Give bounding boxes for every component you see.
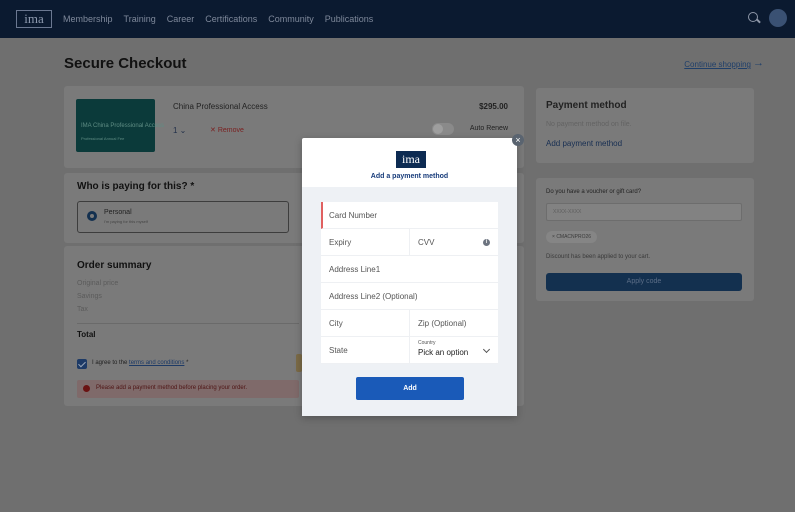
state-country-row: State Country Pick an option	[321, 337, 498, 364]
country-value: Pick an option	[418, 348, 469, 357]
address2-row: Address Line2 (Optional)	[321, 283, 498, 310]
summary-total-label: Total	[77, 330, 96, 339]
voucher-chip-code: CMACNPRO26	[556, 234, 592, 240]
product-name: China Professional Access	[173, 102, 268, 111]
close-icon[interactable]: ×	[512, 134, 524, 146]
product-image-caption: IMA China Professional Access	[81, 123, 165, 129]
ima-logo[interactable]: ima	[16, 10, 52, 28]
modal-title: Add a payment method	[370, 173, 449, 180]
divider	[77, 323, 299, 324]
cvv-field[interactable]: CVV i	[409, 229, 498, 255]
remove-button[interactable]: ✕ Remove	[210, 126, 244, 134]
error-message: Please add a payment method before placi…	[77, 380, 299, 398]
radio-selected-icon[interactable]	[87, 211, 97, 221]
nav-link-community[interactable]: Community	[268, 14, 314, 24]
voucher-applied-text: Discount has been applied to your cart.	[546, 254, 651, 260]
terms-agree-text: I agree to the terms and conditions *	[92, 360, 188, 366]
summary-row-tax: Tax	[77, 306, 88, 313]
ima-logo: ima	[396, 151, 426, 168]
no-payment-text: No payment method on file.	[546, 121, 632, 128]
nav-links: Membership Training Career Certification…	[63, 14, 373, 24]
error-icon	[83, 385, 90, 392]
expiry-cvv-row: Expiry CVV i	[321, 229, 498, 256]
summary-row-original-price: Original price	[77, 280, 119, 287]
payer-title: Who is paying for this? *	[77, 181, 195, 192]
cvv-label: CVV	[418, 238, 435, 247]
modal-body: Card Number Expiry CVV i Address Line1 A…	[302, 187, 517, 416]
product-image: IMA China Professional Access Profession…	[76, 99, 164, 152]
nav-link-career[interactable]: Career	[167, 14, 195, 24]
address-line1-field[interactable]: Address Line1	[321, 256, 498, 282]
payment-form: Card Number Expiry CVV i Address Line1 A…	[321, 202, 498, 364]
add-payment-modal: ima Add a payment method Card Number Exp…	[302, 138, 517, 416]
page-title: Secure Checkout	[64, 55, 187, 72]
voucher-placeholder: XXXX-XXXX	[553, 209, 582, 215]
error-text: Please add a payment method before placi…	[96, 385, 248, 391]
address1-row: Address Line1	[321, 256, 498, 283]
terms-link[interactable]: terms and conditions	[129, 360, 184, 366]
country-label: Country	[418, 340, 436, 346]
add-payment-method-link[interactable]: Add payment method	[546, 139, 622, 148]
card-number-row: Card Number	[321, 202, 498, 229]
nav-link-training[interactable]: Training	[124, 14, 156, 24]
quantity-select[interactable]: 1 ⌄	[173, 126, 186, 135]
address-line2-field[interactable]: Address Line2 (Optional)	[321, 283, 498, 309]
payer-option-personal[interactable]: Personal I'm paying for this myself	[77, 201, 289, 233]
voucher-chip[interactable]: × CMACNPRO26	[546, 231, 598, 243]
continue-shopping-link[interactable]: Continue shopping	[684, 60, 751, 69]
payment-method-title: Payment method	[546, 100, 627, 111]
terms-required-mark: *	[184, 360, 189, 366]
summary-row-savings: Savings	[77, 293, 102, 300]
nav-link-publications[interactable]: Publications	[325, 14, 374, 24]
arrow-right-icon: →	[753, 57, 764, 69]
quantity-value: 1	[173, 126, 178, 135]
top-nav: ima Membership Training Career Certifica…	[0, 0, 795, 38]
order-summary-title: Order summary	[77, 260, 152, 271]
nav-link-membership[interactable]: Membership	[63, 14, 113, 24]
product-image-subcaption: Professional Annual Fee	[81, 136, 125, 141]
remove-label: Remove	[217, 127, 244, 134]
info-icon[interactable]: i	[483, 239, 490, 246]
card-number-field[interactable]: Card Number	[323, 202, 498, 228]
nav-right	[747, 9, 787, 27]
terms-prefix: I agree to the	[92, 360, 130, 366]
voucher-label: Do you have a voucher or gift card?	[546, 189, 642, 195]
state-field[interactable]: State	[321, 337, 409, 363]
avatar[interactable]	[769, 9, 787, 27]
payer-option-label: Personal	[104, 209, 132, 216]
nav-link-certifications[interactable]: Certifications	[205, 14, 257, 24]
payer-option-desc: I'm paying for this myself	[104, 219, 148, 224]
add-button[interactable]: Add	[356, 377, 464, 400]
terms-checkbox[interactable]	[77, 359, 87, 369]
apply-code-button[interactable]: Apply code	[546, 273, 742, 291]
auto-renew-toggle[interactable]	[432, 123, 454, 135]
country-select[interactable]: Country Pick an option	[409, 337, 498, 363]
product-price: $295.00	[479, 102, 508, 111]
expiry-field[interactable]: Expiry	[321, 229, 409, 255]
payment-method-card: Payment method No payment method on file…	[536, 88, 754, 163]
search-icon[interactable]	[747, 11, 761, 25]
voucher-card: Do you have a voucher or gift card? XXXX…	[536, 178, 754, 301]
city-zip-row: City Zip (Optional)	[321, 310, 498, 337]
zip-field[interactable]: Zip (Optional)	[409, 310, 498, 336]
auto-renew-label: Auto Renew	[469, 125, 508, 132]
chevron-down-icon	[482, 345, 491, 354]
city-field[interactable]: City	[321, 310, 409, 336]
voucher-input[interactable]: XXXX-XXXX	[546, 203, 742, 221]
